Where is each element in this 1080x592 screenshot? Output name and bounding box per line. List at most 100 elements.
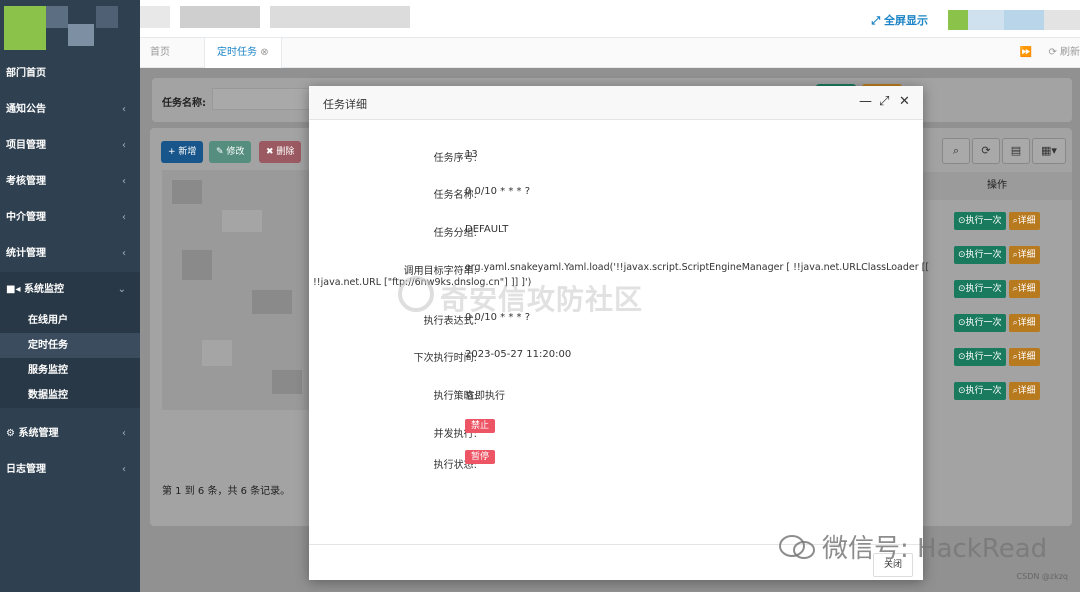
run-once-label: 执行一次 bbox=[965, 318, 1002, 328]
edit-button[interactable]: ✎ 修改 bbox=[209, 141, 252, 163]
play-icon: ⊙ bbox=[958, 250, 966, 260]
delete-label: 删除 bbox=[276, 147, 295, 157]
tab-home[interactable]: 首页 bbox=[150, 38, 170, 68]
run-once-button[interactable]: ⊙执行一次 bbox=[954, 246, 1006, 264]
blur-pixel bbox=[202, 340, 232, 366]
sidebar: 部门首页 通知公告 ‹ 项目管理 ‹ 考核管理 ‹ 中介管理 ‹ 统计管理 ‹ ■◂ 系统… bbox=[0, 0, 140, 592]
field-task-name: 任务名称: 0 0/10 * * * ? bbox=[309, 186, 923, 202]
run-once-label: 执行一次 bbox=[965, 250, 1002, 260]
expand-icon: ⤢ bbox=[871, 14, 884, 27]
table-row-actions: ⊙执行一次 ⌕详细 bbox=[954, 314, 1040, 332]
user-avatar[interactable] bbox=[948, 10, 1080, 30]
sidebar-item-agency[interactable]: 中介管理 ‹ bbox=[0, 200, 140, 236]
sidebar-item-monitor[interactable]: ■◂ 系统监控 ⌄ bbox=[0, 272, 140, 308]
maximize-icon[interactable]: ⤢ bbox=[879, 94, 889, 109]
add-label: + 新增 bbox=[168, 147, 197, 157]
close-tab-icon[interactable]: ⊗ bbox=[260, 47, 268, 58]
grid-menu-icon[interactable]: ▦▾ bbox=[1032, 138, 1066, 164]
sidebar-item-project[interactable]: 项目管理 ‹ bbox=[0, 128, 140, 164]
watermark-csdn: CSDN @zkzq bbox=[1016, 572, 1068, 581]
sidebar-subitem-scheduled-tasks[interactable]: 定时任务 bbox=[0, 333, 140, 358]
sidebar-item-label: 项目管理 bbox=[6, 140, 46, 151]
detail-label: 详细 bbox=[1017, 318, 1036, 328]
minimize-icon[interactable]: — bbox=[859, 94, 872, 109]
sidebar-item-label: 中介管理 bbox=[6, 212, 46, 223]
search-input[interactable] bbox=[212, 88, 312, 110]
sidebar-item-label: 日志管理 bbox=[6, 464, 46, 475]
sidebar-item-label: 统计管理 bbox=[6, 248, 46, 259]
refresh-icon[interactable]: ⟳ bbox=[972, 138, 1000, 164]
logo-pixel bbox=[96, 6, 118, 28]
detail-button[interactable]: ⌕详细 bbox=[1008, 280, 1040, 298]
field-concurrent: 并发执行: bbox=[309, 425, 923, 441]
refresh-label: 刷新 bbox=[1060, 47, 1080, 58]
sidebar-item-system[interactable]: ⚙ 系统管理 ‹ bbox=[0, 416, 140, 452]
sidebar-item-label: 考核管理 bbox=[6, 176, 46, 187]
field-task-id: 任务序号: 13 bbox=[309, 149, 923, 165]
field-value: DEFAULT bbox=[465, 224, 509, 235]
blurred-title bbox=[270, 6, 410, 28]
sidebar-submenu-monitor: 在线用户 定时任务 服务监控 数据监控 bbox=[0, 308, 140, 408]
sidebar-item-statistics[interactable]: 统计管理 ‹ bbox=[0, 236, 140, 272]
chevron-left-icon: ‹ bbox=[122, 464, 126, 475]
table-row-actions: ⊙执行一次 ⌕详细 bbox=[954, 246, 1040, 264]
tab-label: 定时任务 bbox=[217, 47, 257, 58]
blur-pixel bbox=[182, 250, 212, 280]
sidebar-item-notice[interactable]: 通知公告 ‹ bbox=[0, 92, 140, 128]
run-once-button[interactable]: ⊙执行一次 bbox=[954, 280, 1006, 298]
detail-button[interactable]: ⌕详细 bbox=[1008, 314, 1040, 332]
field-value: 立即执行 bbox=[465, 391, 505, 402]
chevron-left-icon: ‹ bbox=[122, 104, 126, 115]
blur-pixel bbox=[222, 210, 262, 232]
search-icon[interactable]: ⌕ bbox=[942, 138, 970, 164]
sidebar-item-assessment[interactable]: 考核管理 ‹ bbox=[0, 164, 140, 200]
sidebar-item-label: 部门首页 bbox=[6, 68, 46, 79]
run-once-button[interactable]: ⊙执行一次 bbox=[954, 314, 1006, 332]
search-label: 任务名称: bbox=[162, 98, 206, 109]
field-value: org.yaml.snakeyaml.Yaml.load('!!javax.sc… bbox=[465, 262, 930, 273]
chevron-left-icon: ‹ bbox=[122, 176, 126, 187]
edit-icon: ✎ bbox=[216, 147, 227, 157]
field-task-group: 任务分组: DEFAULT bbox=[309, 224, 923, 240]
detail-button[interactable]: ⌕详细 bbox=[1008, 348, 1040, 366]
field-next-time: 下次执行时间: 2023-05-27 11:20:00 bbox=[309, 349, 923, 365]
modal-header: 任务详细 — ⤢ ✕ bbox=[309, 86, 923, 120]
close-icon[interactable]: ✕ bbox=[899, 94, 910, 109]
sidebar-item-home[interactable]: 部门首页 bbox=[0, 56, 140, 92]
run-once-button[interactable]: ⊙执行一次 bbox=[954, 212, 1006, 230]
run-once-button[interactable]: ⊙执行一次 bbox=[954, 382, 1006, 400]
table-body-blurred bbox=[162, 170, 310, 410]
table-row-actions: ⊙执行一次 ⌕详细 bbox=[954, 280, 1040, 298]
sidebar-subitem-online-users[interactable]: 在线用户 bbox=[0, 308, 140, 333]
sidebar-subitem-server-monitor[interactable]: 服务监控 bbox=[0, 358, 140, 383]
table-tools: ⌕ ⟳ ▤ ▦▾ bbox=[942, 138, 1066, 164]
detail-button[interactable]: ⌕详细 bbox=[1008, 382, 1040, 400]
edit-label: 修改 bbox=[226, 147, 245, 157]
gear-icon: ⚙ bbox=[6, 428, 19, 439]
tab-scheduled-tasks[interactable]: 定时任务 ⊗ bbox=[204, 38, 282, 68]
play-icon: ⊙ bbox=[958, 216, 966, 226]
play-icon: ⊙ bbox=[958, 318, 966, 328]
avatar-pixel bbox=[1044, 10, 1080, 30]
detail-button[interactable]: ⌕详细 bbox=[1008, 246, 1040, 264]
avatar-pixel bbox=[948, 10, 968, 30]
avatar-pixel bbox=[968, 10, 1004, 30]
logo bbox=[0, 0, 140, 58]
chevron-left-icon: ‹ bbox=[122, 248, 126, 259]
refresh-tab-button[interactable]: ⟳ 刷新 bbox=[1048, 38, 1080, 68]
add-button[interactable]: + 新增 bbox=[161, 141, 204, 163]
field-misfire: 执行策略: 立即执行 bbox=[309, 387, 923, 403]
avatar-pixel bbox=[1004, 10, 1044, 30]
task-detail-modal: 任务详细 — ⤢ ✕ 任务序号: 13 任务名称: 0 0/10 * * * ?… bbox=[309, 86, 929, 580]
columns-icon[interactable]: ▤ bbox=[1002, 138, 1030, 164]
delete-button[interactable]: ✖ 删除 bbox=[259, 141, 302, 163]
sidebar-item-logs[interactable]: 日志管理 ‹ bbox=[0, 452, 140, 488]
sidebar-subitem-data-monitor[interactable]: 数据监控 bbox=[0, 383, 140, 408]
chevron-left-icon: ‹ bbox=[122, 212, 126, 223]
blur-pixel bbox=[272, 370, 302, 394]
fullscreen-button[interactable]: ⤢ 全屏显示 bbox=[871, 12, 928, 28]
tab-scroll-right-icon[interactable]: ⏩ bbox=[1020, 38, 1032, 68]
run-once-button[interactable]: ⊙执行一次 bbox=[954, 348, 1006, 366]
detail-button[interactable]: ⌕详细 bbox=[1008, 212, 1040, 230]
watermark-wechat: 微信号: HackRead bbox=[822, 534, 1048, 564]
